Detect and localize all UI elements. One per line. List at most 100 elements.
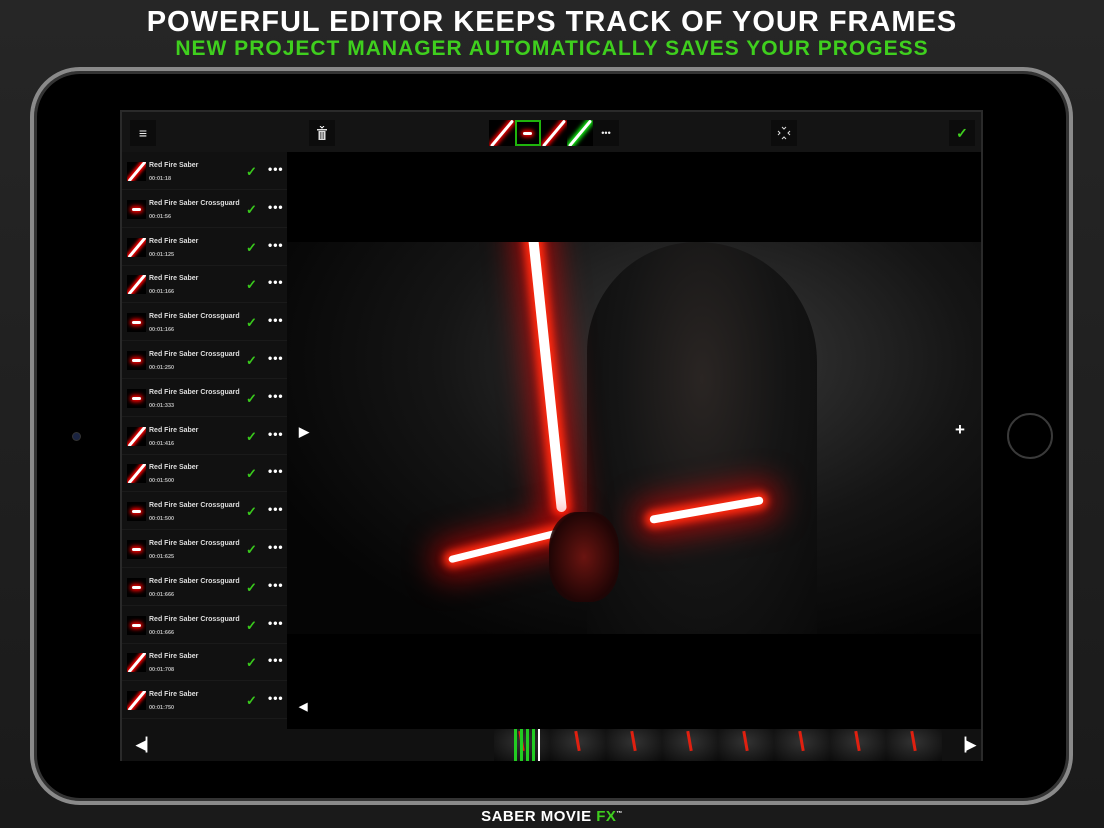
toolbar: ≡ ••• ✓ (122, 112, 981, 152)
item-name: Red Fire Saber Crossguard (149, 199, 240, 207)
check-icon[interactable]: ✓ (246, 693, 257, 709)
next-frame-button[interactable]: ▕▶ (956, 737, 976, 753)
list-item[interactable]: Red Fire Saber Crossguard 00:01:666 ✓ ••… (122, 606, 287, 644)
item-time: 00:01:333 (149, 402, 175, 409)
saber-thumbnail (127, 162, 146, 181)
item-time: 00:01:625 (149, 554, 175, 560)
list-item[interactable]: Red Fire Saber Crossguard 00:01:666 ✓ ••… (122, 568, 287, 606)
trademark: ™ (616, 811, 623, 817)
timeline-frame[interactable] (830, 729, 886, 761)
timeline-frame[interactable] (606, 729, 662, 761)
list-item[interactable]: Red Fire Saber Crossguard 00:01:333 ✓ ••… (122, 379, 287, 417)
check-icon[interactable]: ✓ (246, 542, 257, 558)
trash-icon[interactable] (309, 120, 335, 146)
check-icon[interactable]: ✓ (246, 580, 257, 596)
item-name: Red Fire Saber (149, 426, 199, 434)
add-button[interactable]: + (955, 420, 965, 440)
more-options-button[interactable]: ••• (268, 427, 284, 441)
item-time: 00:01:18 (149, 176, 172, 182)
check-icon[interactable]: ✓ (246, 202, 257, 218)
item-time: 00:01:166 (149, 327, 175, 334)
effect-swatch-green-saber[interactable] (567, 120, 593, 146)
crossguard-thumbnail (127, 313, 146, 333)
prev-frame-button[interactable]: ◀▏ (136, 737, 156, 753)
item-time: 00:01:666 (149, 591, 175, 598)
more-options-button[interactable]: ••• (268, 653, 284, 667)
crossguard-thumbnail (127, 388, 146, 408)
hand (549, 512, 619, 602)
crossguard-thumbnail (127, 577, 146, 597)
item-time: 00:01:166 (149, 289, 175, 296)
collapse-arrow-icon[interactable]: ◀ (299, 700, 307, 713)
menu-icon[interactable]: ≡ (130, 120, 156, 146)
confirm-button[interactable]: ✓ (949, 120, 975, 146)
list-item[interactable]: Red Fire Saber Crossguard 00:01:625 ✓ ••… (122, 530, 287, 568)
more-options-button[interactable]: ••• (268, 351, 284, 365)
check-icon[interactable]: ✓ (246, 277, 257, 293)
list-item[interactable]: Red Fire Saber 00:01:750 ✓ ••• (122, 681, 287, 720)
more-options-button[interactable]: ••• (268, 464, 284, 478)
saber-thumbnail (127, 691, 146, 711)
item-time: 00:01:708 (149, 667, 175, 674)
more-options-button[interactable]: ••• (268, 389, 284, 403)
check-icon[interactable]: ✓ (246, 315, 257, 331)
check-icon[interactable]: ✓ (246, 466, 257, 482)
check-icon[interactable]: ✓ (246, 429, 257, 445)
hooded-figure (587, 242, 817, 634)
saber-blade (526, 242, 567, 513)
item-name: Red Fire Saber Crossguard (149, 502, 240, 510)
timeline-frame[interactable] (886, 729, 942, 761)
effect-swatch-red-saber-2[interactable] (541, 120, 567, 146)
timeline-frame[interactable] (718, 729, 774, 761)
check-icon[interactable]: ✓ (246, 618, 257, 634)
effect-swatch-crossguard-selected[interactable] (515, 120, 541, 146)
app-screen: ≡ ••• ✓ Red Fire Saber 00:01:18 ✓ ••• Re… (120, 110, 983, 761)
timeline-frame[interactable] (662, 729, 718, 761)
check-icon[interactable]: ✓ (246, 655, 257, 671)
more-options-button[interactable]: ••• (268, 502, 284, 516)
more-options-button[interactable]: ••• (268, 540, 284, 554)
saber-thumbnail (127, 426, 146, 446)
list-item[interactable]: Red Fire Saber 00:01:416 ✓ ••• (122, 417, 287, 455)
home-button (1007, 413, 1053, 459)
preview-area: ▶ + ◀ (287, 152, 981, 729)
more-options-button[interactable]: ••• (268, 238, 284, 252)
list-item[interactable]: Red Fire Saber Crossguard 00:01:250 ✓ ••… (122, 341, 287, 379)
timeline-frame[interactable] (550, 729, 606, 761)
list-item[interactable]: Red Fire Saber Crossguard 00:01:56 ✓ ••• (122, 190, 287, 228)
more-options-button[interactable]: ••• (268, 162, 284, 176)
timeline-frame[interactable] (774, 729, 830, 761)
item-name: Red Fire Saber (149, 464, 199, 472)
list-item[interactable]: Red Fire Saber 00:01:166 ✓ ••• (122, 265, 287, 304)
check-icon[interactable]: ✓ (246, 164, 257, 180)
item-name: Red Fire Saber (149, 653, 199, 661)
more-options-button[interactable]: ••• (268, 578, 284, 592)
playhead-marker[interactable] (514, 729, 540, 761)
item-name: Red Fire Saber Crossguard (149, 313, 240, 321)
timeline[interactable]: ◀▏ ▕▶ (122, 729, 981, 761)
fit-screen-icon[interactable] (771, 120, 797, 146)
item-name: Red Fire Saber (149, 162, 199, 169)
list-item[interactable]: Red Fire Saber 00:01:125 ✓ ••• (122, 228, 287, 266)
more-options-button[interactable]: ••• (268, 313, 284, 327)
brand-logo: SABER MOVIE FX™ (0, 808, 1104, 825)
check-icon[interactable]: ✓ (246, 240, 257, 256)
check-icon[interactable]: ✓ (246, 391, 257, 407)
more-options-button[interactable]: ••• (268, 200, 284, 214)
effect-swatch-red-saber[interactable] (489, 120, 515, 146)
more-effects-button[interactable]: ••• (593, 120, 619, 146)
list-item[interactable]: Red Fire Saber 00:01:500 ✓ ••• (122, 454, 287, 493)
check-icon[interactable]: ✓ (246, 504, 257, 520)
item-name: Red Fire Saber (149, 691, 199, 699)
more-options-button[interactable]: ••• (268, 616, 284, 630)
play-button[interactable]: ▶ (299, 424, 309, 440)
list-item[interactable]: Red Fire Saber 00:01:18 ✓ ••• (122, 152, 287, 190)
check-icon[interactable]: ✓ (246, 353, 257, 369)
item-name: Red Fire Saber Crossguard (149, 540, 240, 547)
more-options-button[interactable]: ••• (268, 691, 284, 705)
list-item[interactable]: Red Fire Saber 00:01:708 ✓ ••• (122, 643, 287, 682)
list-item[interactable]: Red Fire Saber Crossguard 00:01:500 ✓ ••… (122, 492, 287, 531)
camera (72, 432, 81, 441)
list-item[interactable]: Red Fire Saber Crossguard 00:01:166 ✓ ••… (122, 303, 287, 342)
more-options-button[interactable]: ••• (268, 275, 284, 289)
